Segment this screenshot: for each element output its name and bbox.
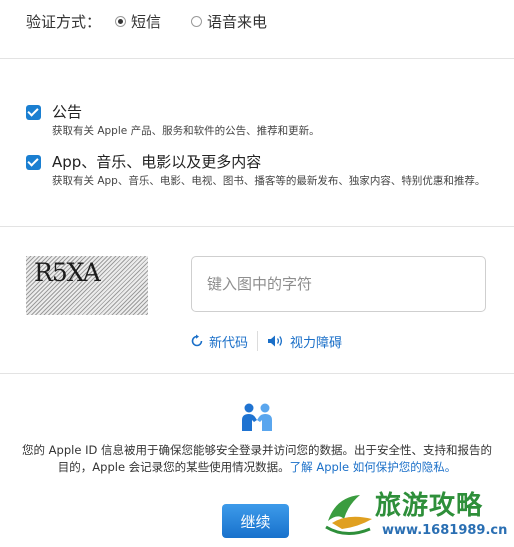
- announcements-description: 获取有关 Apple 产品、服务和软件的公告、推荐和更新。: [52, 125, 320, 137]
- refresh-icon: [191, 334, 203, 347]
- watermark-url: www.1681989.cn: [382, 523, 508, 538]
- captcha-image: R5XA: [26, 256, 148, 315]
- watermark-text: 旅游攻略: [375, 491, 484, 521]
- divider: [0, 58, 514, 59]
- watermark-logo: [325, 495, 372, 535]
- announcements-checkbox[interactable]: [26, 105, 41, 120]
- sms-radio[interactable]: 短信: [115, 11, 161, 32]
- link-separator: [257, 331, 259, 351]
- privacy-link[interactable]: 了解 Apple 如何保护您的隐私。: [290, 460, 457, 474]
- captcha-actions: 新代码 视力障碍: [190, 331, 342, 351]
- voice-call-radio-button[interactable]: [191, 15, 203, 27]
- privacy-handshake-icon: [242, 403, 272, 431]
- verification-method-label: 验证方式：: [26, 12, 102, 31]
- audio-captcha-label[interactable]: 视力障碍: [290, 332, 342, 351]
- watermark: 旅游攻略 www.1681989.cn: [318, 483, 514, 547]
- captcha-image-text: R5XA: [34, 258, 101, 287]
- audio-captcha-link[interactable]: 视力障碍: [267, 332, 342, 351]
- sms-radio-label[interactable]: 短信: [131, 11, 161, 32]
- voice-call-radio[interactable]: 语音来电: [191, 11, 267, 32]
- sms-radio-button[interactable]: [115, 15, 127, 27]
- verification-method-row: 验证方式： 短信 语音来电: [26, 10, 267, 32]
- divider: [0, 373, 514, 374]
- continue-button[interactable]: 继续: [222, 504, 289, 538]
- captcha-input[interactable]: [191, 256, 486, 312]
- privacy-info: 您的 Apple ID 信息被用于确保您能够安全登录并访问您的数据。出于安全性、…: [22, 442, 492, 476]
- media-content-checkbox[interactable]: [26, 155, 41, 170]
- new-code-link[interactable]: 新代码: [190, 332, 248, 351]
- media-content-title: App、音乐、电影以及更多内容: [52, 153, 262, 171]
- speaker-icon: [268, 335, 283, 347]
- announcements-option: 公告 获取有关 Apple 产品、服务和软件的公告、推荐和更新。: [26, 103, 320, 139]
- media-content-description: 获取有关 App、音乐、电影、电视、图书、播客等的最新发布、独家内容、特别优惠和…: [52, 175, 486, 187]
- voice-call-radio-label[interactable]: 语音来电: [207, 11, 267, 32]
- divider: [0, 226, 514, 227]
- announcements-title: 公告: [52, 103, 83, 121]
- new-code-label[interactable]: 新代码: [209, 332, 248, 351]
- media-content-option: App、音乐、电影以及更多内容 获取有关 App、音乐、电影、电视、图书、播客等…: [26, 153, 502, 189]
